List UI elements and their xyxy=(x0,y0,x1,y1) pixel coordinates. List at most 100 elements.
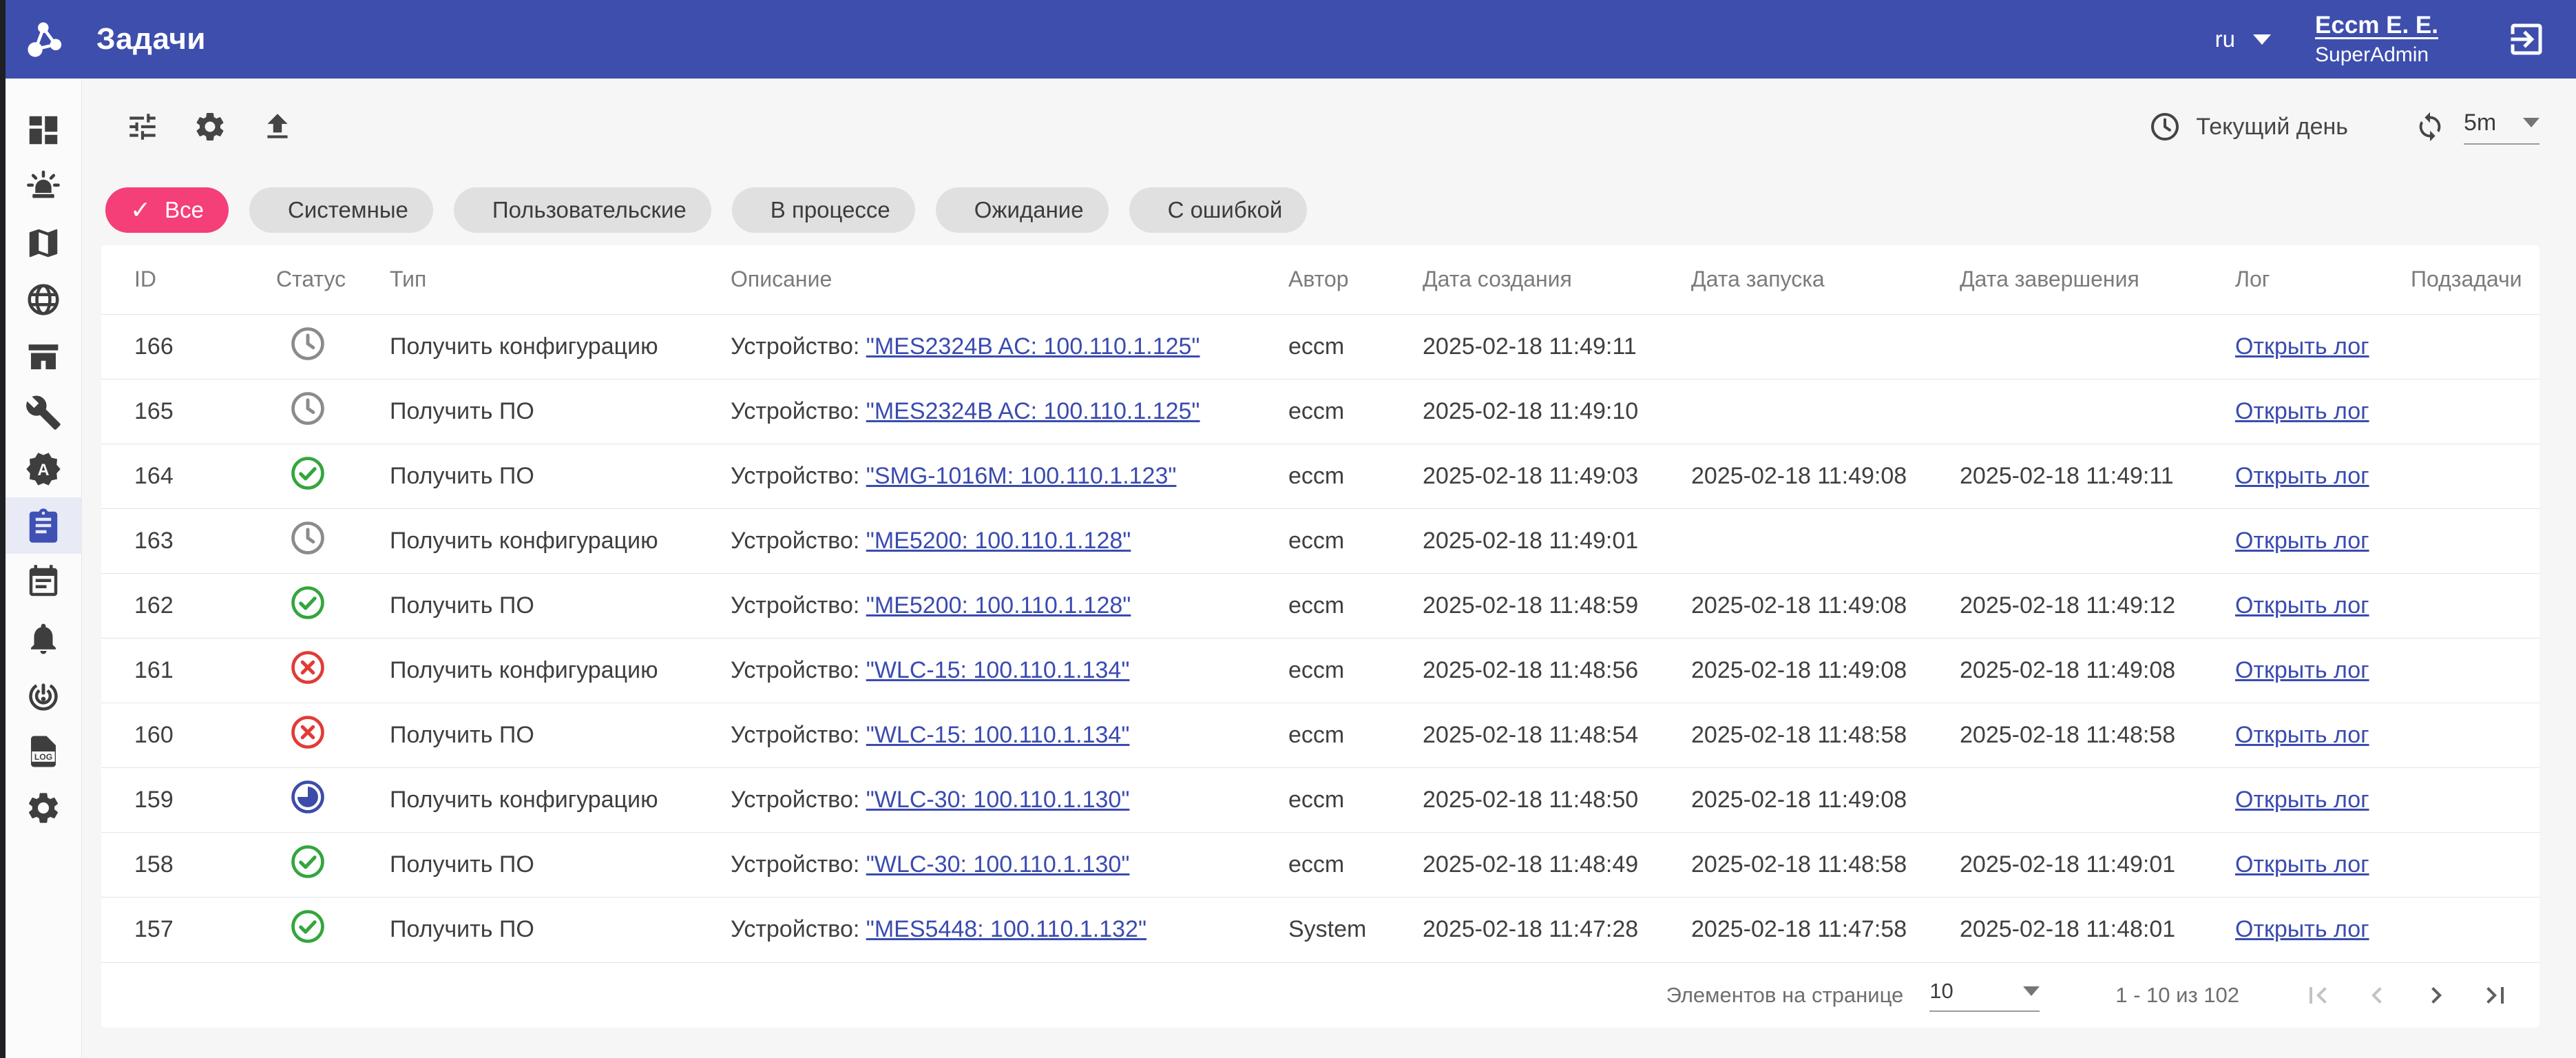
sidebar-item-logs[interactable]: LOG xyxy=(6,723,81,780)
description-prefix: Устройство: xyxy=(731,528,866,554)
sidebar-item-tasks[interactable] xyxy=(6,497,81,554)
sidebar-item-web[interactable] xyxy=(6,271,81,328)
user-block: Eccm E. E. SuperAdmin xyxy=(2315,12,2438,67)
logout-button[interactable] xyxy=(2504,17,2548,61)
task-log: Открыть лог xyxy=(2235,573,2411,638)
device-link[interactable]: "MES2324B AC: 100.110.1.125" xyxy=(866,398,1200,424)
open-log-link[interactable]: Открыть лог xyxy=(2235,463,2369,489)
device-link[interactable]: "MES5448: 100.110.1.132" xyxy=(866,916,1146,942)
device-link[interactable]: "SMG-1016M: 100.110.1.123" xyxy=(866,463,1177,489)
user-name-link[interactable]: Eccm E. E. xyxy=(2315,12,2438,39)
description-prefix: Устройство: xyxy=(731,592,866,619)
filter-chip[interactable]: Пользовательские xyxy=(454,187,711,233)
open-log-link[interactable]: Открыть лог xyxy=(2235,657,2369,683)
gear-icon xyxy=(25,789,62,827)
task-finished: 2025-02-18 11:48:58 xyxy=(1960,703,2235,767)
task-started xyxy=(1691,314,1960,379)
open-log-link[interactable]: Открыть лог xyxy=(2235,528,2369,554)
app-logo-icon xyxy=(23,17,67,61)
filter-chip-label: Пользовательские xyxy=(492,197,687,223)
task-id: 159 xyxy=(101,767,276,832)
task-created: 2025-02-18 11:48:49 xyxy=(1423,832,1691,897)
task-created: 2025-02-18 11:48:56 xyxy=(1423,638,1691,703)
device-link[interactable]: "WLC-30: 100.110.1.130" xyxy=(866,787,1130,813)
sidebar-item-actions[interactable] xyxy=(6,667,81,723)
task-created: 2025-02-18 11:47:28 xyxy=(1423,897,1691,962)
scheduled-clock-icon xyxy=(289,324,327,363)
table-row: 163 xyxy=(101,508,2540,573)
table-settings-button[interactable] xyxy=(192,109,228,145)
task-log: Открыть лог xyxy=(2235,314,2411,379)
sidebar-item-scheduled-tasks[interactable] xyxy=(6,554,81,610)
sidebar-item-settings[interactable] xyxy=(6,780,81,836)
check-icon: ✓ xyxy=(130,198,151,222)
description-prefix: Устройство: xyxy=(731,398,866,424)
device-link[interactable]: "WLC-15: 100.110.1.134" xyxy=(866,722,1130,748)
task-started: 2025-02-18 11:48:58 xyxy=(1691,703,1960,767)
log-icon-text: LOG xyxy=(34,752,52,762)
task-id: 157 xyxy=(101,897,276,962)
time-filter-button[interactable]: Текущий день xyxy=(2149,111,2348,143)
filter-chip[interactable]: В процессе xyxy=(732,187,915,233)
filter-chip[interactable]: Ожидание xyxy=(936,187,1109,233)
sidebar-item-map[interactable] xyxy=(6,215,81,271)
task-author: System xyxy=(1288,897,1423,962)
filter-settings-button[interactable] xyxy=(125,109,160,145)
log-file-icon: LOG xyxy=(25,733,62,770)
language-select[interactable]: ru xyxy=(2215,26,2271,52)
wrench-icon xyxy=(25,394,62,431)
upload-button[interactable] xyxy=(260,109,295,145)
first-page-icon xyxy=(2301,979,2334,1012)
gear-icon xyxy=(193,110,227,144)
device-link[interactable]: "WLC-15: 100.110.1.134" xyxy=(866,657,1130,683)
chevron-down-icon xyxy=(2253,34,2271,45)
device-link[interactable]: "ME5200: 100.110.1.128" xyxy=(866,592,1131,619)
last-page-button[interactable] xyxy=(2479,979,2512,1012)
status-icon xyxy=(289,648,327,687)
chevron-down-icon xyxy=(2023,986,2040,996)
pager-nav xyxy=(2301,979,2512,1012)
siren-icon xyxy=(25,168,62,205)
open-log-link[interactable]: Открыть лог xyxy=(2235,787,2369,813)
open-log-link[interactable]: Открыть лог xyxy=(2235,333,2369,360)
open-log-link[interactable]: Открыть лог xyxy=(2235,851,2369,878)
device-link[interactable]: "WLC-30: 100.110.1.130" xyxy=(866,851,1130,878)
device-link[interactable]: "MES2324B AC: 100.110.1.125" xyxy=(866,333,1200,360)
table-row: 159 xyxy=(101,767,2540,832)
description-prefix: Устройство: xyxy=(731,787,866,813)
previous-page-button[interactable] xyxy=(2360,979,2394,1012)
status-icon xyxy=(289,583,327,622)
sidebar-item-maintenance[interactable] xyxy=(6,384,81,441)
sidebar-item-alarm-classes[interactable]: A xyxy=(6,441,81,497)
items-per-page-select[interactable]: 10 xyxy=(1929,979,2040,1012)
open-log-link[interactable]: Открыть лог xyxy=(2235,722,2369,748)
header-description: Описание xyxy=(731,245,1288,314)
table-row: 160 xyxy=(101,703,2540,767)
device-link[interactable]: "ME5200: 100.110.1.128" xyxy=(866,528,1131,554)
sidebar-item-dashboard[interactable] xyxy=(6,102,81,158)
sidebar-item-devices[interactable] xyxy=(6,328,81,384)
filter-chip[interactable]: Системные xyxy=(249,187,433,233)
task-started: 2025-02-18 11:49:08 xyxy=(1691,767,1960,832)
open-log-link[interactable]: Открыть лог xyxy=(2235,592,2369,619)
task-started: 2025-02-18 11:49:08 xyxy=(1691,573,1960,638)
filter-chip[interactable]: С ошибкой xyxy=(1129,187,1308,233)
open-log-link[interactable]: Открыть лог xyxy=(2235,398,2369,424)
next-page-button[interactable] xyxy=(2420,979,2453,1012)
refresh-button[interactable] xyxy=(2414,111,2446,143)
first-page-button[interactable] xyxy=(2301,979,2334,1012)
task-subtasks xyxy=(2411,314,2540,379)
description-prefix: Устройство: xyxy=(731,722,866,748)
map-icon xyxy=(25,225,62,262)
open-log-link[interactable]: Открыть лог xyxy=(2235,916,2369,942)
sidebar: A xyxy=(6,79,82,1058)
tasks-table-card: ID Статус Тип Описание Автор Дата создан… xyxy=(101,245,2540,1028)
table-row: 166 xyxy=(101,314,2540,379)
header-log: Лог xyxy=(2235,245,2411,314)
refresh-interval-select[interactable]: 5m xyxy=(2464,110,2540,145)
sidebar-item-alarms[interactable] xyxy=(6,158,81,215)
sidebar-item-notifications[interactable] xyxy=(6,610,81,667)
task-id: 164 xyxy=(101,444,276,508)
filter-chip[interactable]: ✓ Все xyxy=(105,187,229,233)
filter-chip-label: Все xyxy=(165,197,204,223)
